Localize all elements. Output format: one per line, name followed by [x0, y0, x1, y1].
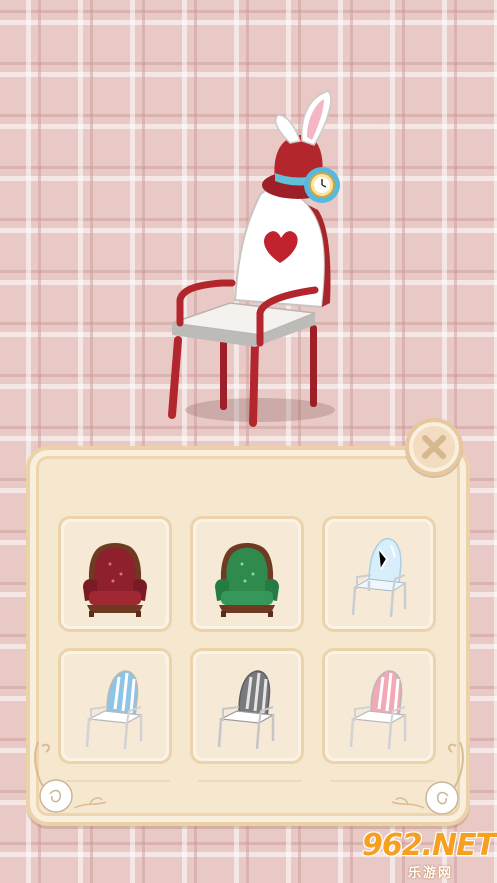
slot-gray-striped-chair[interactable] [190, 648, 304, 764]
slot-red-velvet-armchair[interactable] [58, 516, 172, 632]
gray-striped-chair-icon [217, 670, 275, 750]
site-watermark: 962.NET 乐游网 [356, 828, 496, 881]
watermark-logo-text: 962.NET [362, 828, 496, 863]
close-icon [422, 435, 446, 459]
crystal-chair-icon [351, 538, 407, 618]
next-row-divider [198, 780, 302, 782]
red-velvet-armchair-icon [83, 543, 147, 617]
slot-crystal-chair[interactable] [322, 516, 436, 632]
close-button[interactable] [405, 418, 463, 476]
selected-chair-preview [150, 85, 380, 430]
rose-decoration-right [391, 741, 464, 815]
green-velvet-armchair-icon [215, 543, 279, 617]
rose-decoration-left [34, 741, 107, 813]
watermark-subtext: 乐游网 [408, 866, 454, 881]
slot-green-velvet-armchair[interactable] [190, 516, 304, 632]
